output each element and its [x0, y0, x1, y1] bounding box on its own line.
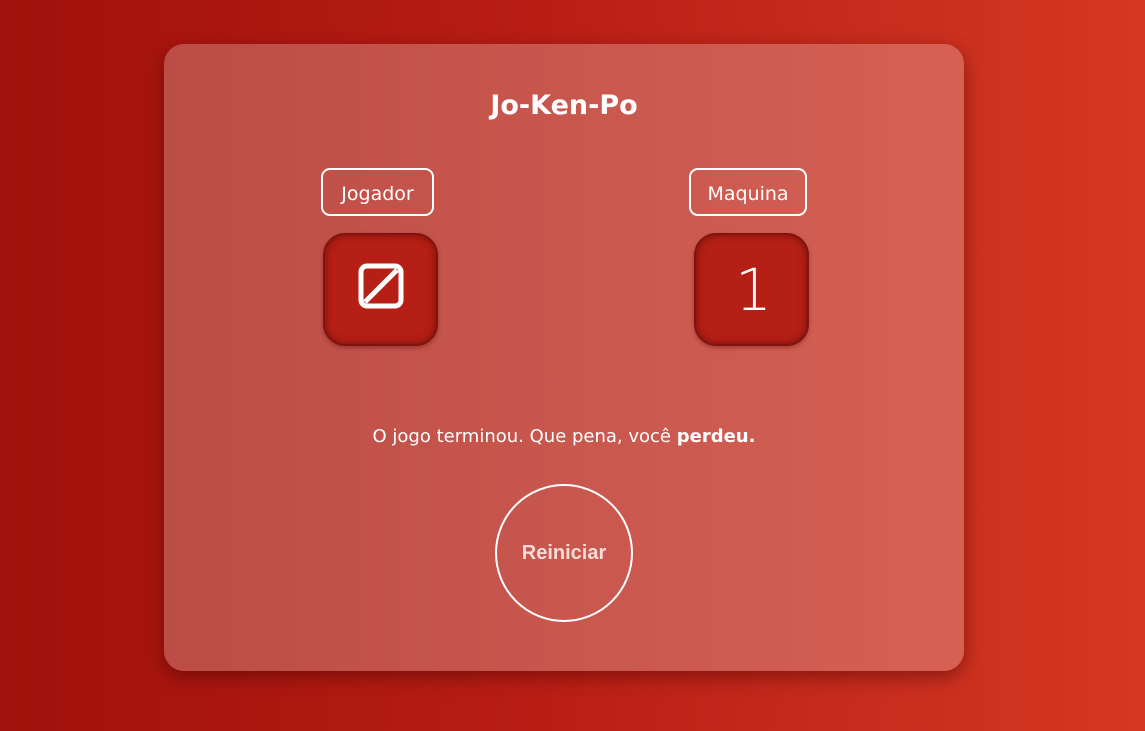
game-card: Jo-Ken-Po Jogador Maquina 1 O jogo termi…	[164, 44, 964, 671]
machine-label: Maquina	[689, 168, 807, 216]
game-title: Jo-Ken-Po	[490, 90, 638, 121]
empty-square-icon	[357, 260, 405, 320]
result-message-outcome: perdeu.	[676, 426, 756, 447]
result-message-prefix: O jogo terminou. Que pena, você	[372, 426, 677, 447]
player-choice-tile	[323, 233, 438, 346]
player-label: Jogador	[321, 168, 434, 216]
machine-choice-value: 1	[735, 255, 772, 324]
machine-choice-tile: 1	[694, 233, 809, 346]
result-message: O jogo terminou. Que pena, você perdeu.	[164, 424, 964, 450]
restart-button[interactable]: Reiniciar	[495, 484, 633, 622]
